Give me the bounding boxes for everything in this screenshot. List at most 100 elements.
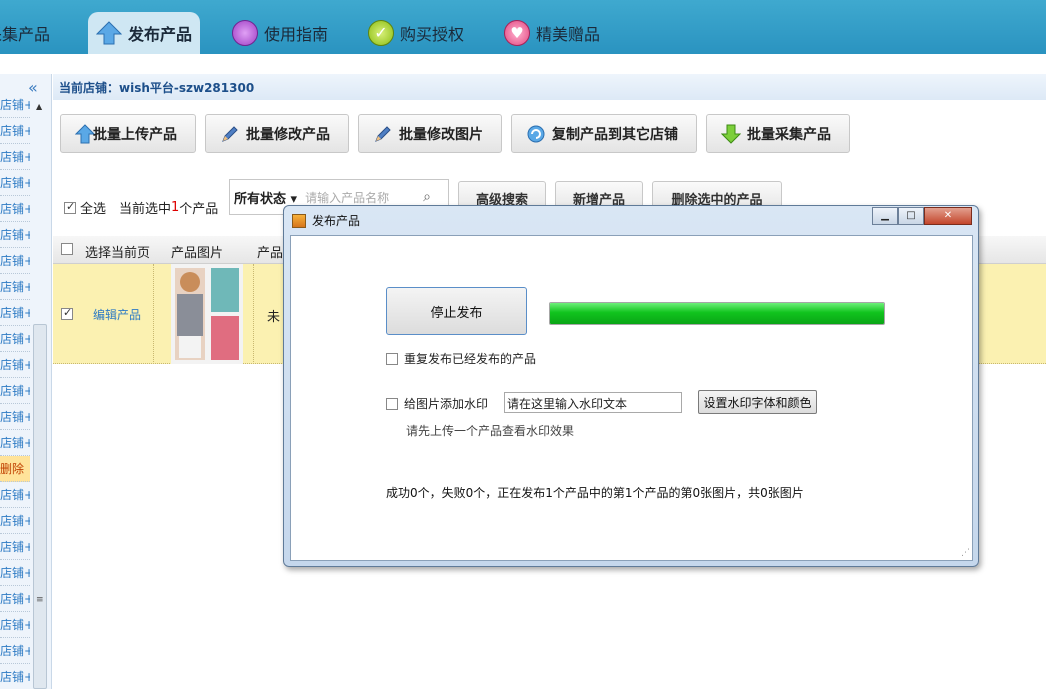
store-list-item[interactable]: 店铺+	[0, 664, 30, 689]
minimize-icon[interactable]: ▁	[872, 207, 898, 225]
product-name-input[interactable]: 请输入产品名称	[305, 189, 415, 206]
store-list-item[interactable]: 店铺+	[0, 378, 30, 404]
watermark-hint: 请先上传一个产品查看水印效果	[406, 424, 575, 438]
watermark-option[interactable]: 给图片添加水印	[386, 395, 488, 412]
batch-edit-label: 批量修改产品	[246, 126, 330, 143]
store-list-item[interactable]: 店铺+	[0, 170, 30, 196]
watermark-checkbox[interactable]	[386, 397, 398, 410]
repeat-publish-checkbox[interactable]	[386, 352, 398, 365]
batch-collect-button[interactable]: 批量采集产品	[706, 114, 850, 153]
nav-collect[interactable]: 采集产品	[0, 12, 50, 54]
store-list-item[interactable]: 店铺+	[0, 274, 30, 300]
repeat-publish-option[interactable]: 重复发布已经发布的产品	[386, 350, 536, 367]
pencil-icon	[375, 125, 391, 142]
progress-fill	[550, 303, 884, 324]
refresh-icon	[527, 125, 545, 142]
batch-edit-button[interactable]: 批量修改产品	[205, 114, 349, 153]
store-list-item[interactable]: 店铺+	[0, 196, 30, 222]
maximize-icon[interactable]: □	[898, 207, 924, 225]
status-select[interactable]: 所有状态 ▾	[234, 188, 297, 207]
select-all[interactable]: 全选	[64, 198, 106, 217]
stop-publish-button[interactable]: 停止发布	[386, 287, 527, 335]
publish-dialog: 发布产品 ▁ □ ✕ 停止发布 重复发布已经发布的产品 给图片添加水印 请在这里…	[283, 205, 979, 567]
product-thumbnail	[171, 264, 243, 364]
store-list-item[interactable]: 店铺+	[0, 508, 30, 534]
copy-to-store-button[interactable]: 复制产品到其它店铺	[511, 114, 697, 153]
store-list-item[interactable]: 店铺+	[0, 248, 30, 274]
scrollbar[interactable]: ≡	[33, 324, 47, 689]
watermark-text-input[interactable]: 请在这里输入水印文本	[504, 392, 682, 413]
app-icon	[292, 213, 306, 228]
store-list-item[interactable]: 店铺+	[0, 560, 30, 586]
nav-gifts-label: 精美赠品	[536, 25, 601, 44]
heart-icon: ♥	[504, 20, 530, 46]
copy-to-store-label: 复制产品到其它店铺	[552, 126, 678, 143]
batch-edit-images-label: 批量修改图片	[399, 126, 483, 143]
store-list-item[interactable]: 店铺+	[0, 638, 30, 664]
nav-guide[interactable]: 使用指南	[232, 12, 328, 54]
dialog-titlebar[interactable]: 发布产品	[292, 212, 360, 229]
up-arrow-icon	[96, 21, 122, 45]
batch-collect-label: 批量采集产品	[747, 126, 831, 143]
watermark-label: 给图片添加水印	[404, 397, 489, 411]
store-list-item[interactable]: 店铺+	[0, 222, 30, 248]
col-product: 产品	[257, 246, 284, 261]
close-icon[interactable]: ✕	[924, 207, 972, 225]
edit-product-link[interactable]: 编辑产品	[93, 306, 141, 323]
store-list-item[interactable]: 店铺+	[0, 612, 30, 638]
col-product-image: 产品图片	[171, 246, 224, 261]
delete-store-link[interactable]: 删除	[0, 456, 30, 482]
header-checkbox[interactable]	[61, 243, 73, 255]
store-list-item[interactable]: 店铺+	[0, 326, 30, 352]
repeat-publish-label: 重复发布已经发布的产品	[404, 352, 537, 366]
publish-progress-bar	[549, 302, 885, 325]
nav-license-label: 购买授权	[400, 25, 465, 44]
dialog-content: 停止发布 重复发布已经发布的产品 给图片添加水印 请在这里输入水印文本 设置水印…	[290, 235, 973, 561]
publish-status: 成功0个，失败0个，正在发布1个产品中的第1个产品的第0张图片，共0张图片	[386, 486, 804, 500]
col-divider	[253, 264, 254, 364]
scroll-up-icon[interactable]: ▲	[36, 102, 42, 111]
col-select-page: 选择当前页	[85, 246, 151, 261]
watermark-font-button[interactable]: 设置水印字体和颜色	[698, 390, 817, 414]
nav-gifts[interactable]: ♥ 精美赠品	[504, 12, 600, 54]
select-all-checkbox[interactable]	[64, 200, 76, 214]
pencil-icon	[222, 125, 238, 142]
up-arrow-icon	[75, 123, 95, 143]
podcast-icon	[232, 20, 258, 46]
dialog-title: 发布产品	[312, 214, 361, 228]
nav-separator	[0, 54, 1046, 74]
selected-count: 1	[171, 200, 180, 215]
store-list-item[interactable]: 店铺+	[0, 118, 30, 144]
batch-upload-label: 批量上传产品	[93, 126, 177, 143]
selected-count-text: 当前选中 1 个产品	[119, 198, 218, 217]
top-nav: 采集产品 发布产品 使用指南 ✓ 购买授权 ♥ 精美赠品	[0, 0, 1046, 54]
nav-publish[interactable]: 发布产品	[88, 12, 201, 54]
selected-suffix: 个产品	[179, 202, 219, 217]
store-list-item[interactable]: 店铺+	[0, 300, 30, 326]
nav-publish-label: 发布产品	[128, 25, 193, 44]
nav-guide-label: 使用指南	[264, 25, 329, 44]
scroll-grip-icon: ≡	[36, 595, 44, 605]
search-icon[interactable]: ⌕	[423, 189, 431, 205]
selected-prefix: 当前选中	[119, 202, 172, 217]
store-list-item[interactable]: 店铺+	[0, 352, 30, 378]
store-list-item[interactable]: 店铺+	[0, 586, 30, 612]
store-list-item[interactable]: 店铺+	[0, 534, 30, 560]
resize-grip-icon[interactable]: ⋰	[961, 548, 970, 558]
batch-upload-button[interactable]: 批量上传产品	[60, 114, 196, 153]
store-list-item[interactable]: 店铺+	[0, 404, 30, 430]
store-list-item[interactable]: 店铺+	[0, 92, 30, 118]
checkmark-icon: ✓	[368, 20, 394, 46]
select-all-label: 全选	[80, 202, 107, 217]
current-store: 当前店铺：wish平台-szw281300	[53, 74, 1046, 100]
down-arrow-icon	[721, 124, 741, 144]
store-list-item[interactable]: 店铺+	[0, 430, 30, 456]
col-divider	[153, 264, 154, 364]
store-list-item[interactable]: 店铺+	[0, 144, 30, 170]
batch-edit-images-button[interactable]: 批量修改图片	[358, 114, 502, 153]
row-checkbox[interactable]	[61, 306, 73, 320]
store-list-item[interactable]: 店铺+	[0, 482, 30, 508]
nav-collect-label: 采集产品	[0, 25, 51, 44]
product-status: 未	[267, 310, 281, 325]
nav-license[interactable]: ✓ 购买授权	[368, 12, 464, 54]
